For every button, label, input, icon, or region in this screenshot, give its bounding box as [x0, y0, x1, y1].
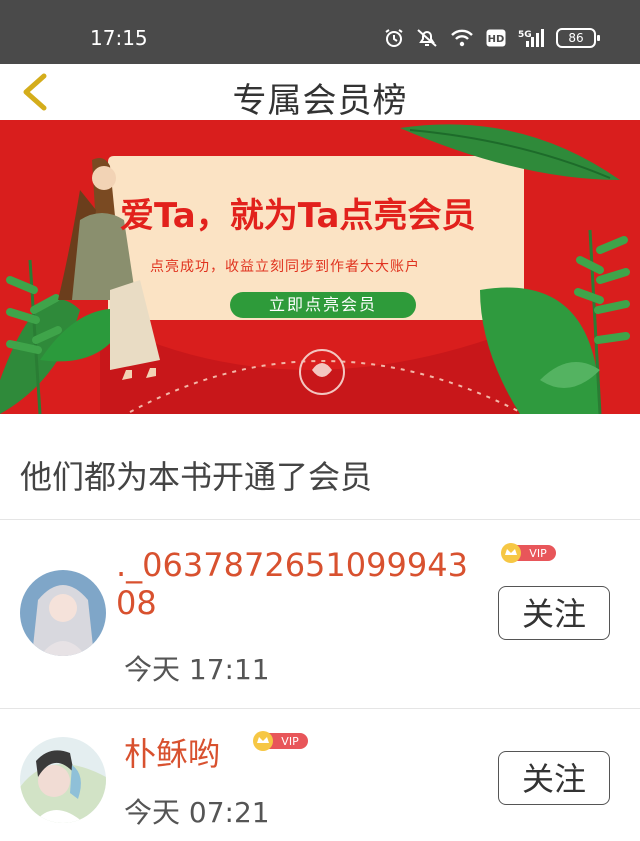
svg-text:HD: HD [488, 34, 505, 45]
membership-banner[interactable]: 爱Ta，就为Ta点亮会员 点亮成功，收益立刻同步到作者大大账户 立即点亮会员 [0, 120, 640, 414]
wifi-icon [451, 29, 473, 47]
status-time: 17:15 [90, 26, 148, 50]
nav-bar: 专属会员榜 [0, 64, 640, 121]
member-time: 今天 17:11 [124, 653, 270, 686]
member-name[interactable]: 朴稣哟 [124, 735, 220, 773]
battery-level: 86 [556, 28, 596, 48]
section-title: 他们都为本书开通了会员 [20, 458, 373, 496]
alarm-icon [385, 29, 403, 47]
status-bar: 17:15 HD 5G 86 [0, 0, 640, 64]
avatar[interactable] [20, 737, 106, 823]
battery-icon: 86 [556, 28, 600, 48]
hd-icon: HD [486, 29, 506, 47]
member-time: 今天 07:21 [124, 796, 270, 829]
list-item: 朴稣哟 VIP 今天 07:21 关注 [0, 709, 640, 841]
follow-button[interactable]: 关注 [498, 751, 610, 805]
vip-label: VIP [529, 547, 547, 560]
vip-badge: VIP [501, 543, 556, 563]
vip-badge: VIP [253, 731, 308, 751]
member-name[interactable]: ._063787265109994308 [116, 546, 488, 622]
vip-label: VIP [281, 735, 299, 748]
svg-text:5G: 5G [518, 30, 532, 40]
page-title: 专属会员榜 [232, 81, 408, 121]
banner-headline: 爱Ta，就为Ta点亮会员 [120, 196, 476, 236]
mute-bell-icon [417, 29, 437, 47]
list-item: ._063787265109994308 VIP 今天 17:11 关注 [0, 520, 640, 708]
signal-5g-icon: 5G [518, 29, 544, 47]
follow-button[interactable]: 关注 [498, 586, 610, 640]
status-icons: HD 5G 86 [384, 28, 600, 48]
avatar[interactable] [20, 570, 106, 656]
light-up-membership-button[interactable]: 立即点亮会员 [230, 292, 416, 318]
banner-subtitle: 点亮成功，收益立刻同步到作者大大账户 [150, 259, 420, 275]
